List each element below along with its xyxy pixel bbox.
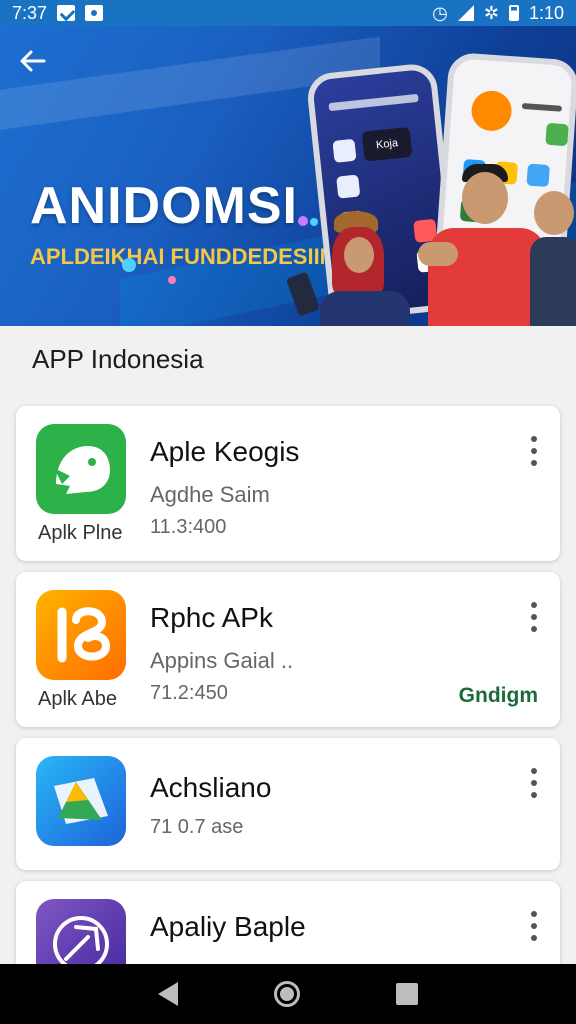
banner-title: ANIDOMSI [30, 177, 298, 235]
back-button[interactable] [18, 46, 58, 76]
phone-app-icon [470, 89, 513, 133]
app-sub-label: Aplk Plne [38, 522, 123, 544]
more-options-icon[interactable] [524, 766, 544, 800]
home-icon[interactable] [274, 981, 300, 1007]
status-time-left: 7:37 [12, 2, 48, 23]
banner-subtitle: APLDEIKHAI FUNDDEDESIIN [30, 244, 336, 269]
status-bar: 7:37 ◷ ✲ 1:10 [0, 0, 576, 26]
app-meta: 11.3:400 [150, 516, 227, 538]
more-options-icon[interactable] [524, 434, 544, 468]
more-options-icon[interactable] [524, 600, 544, 634]
arrow-left-icon [20, 50, 46, 72]
app-sub-label: Aplk Abe [38, 688, 117, 710]
more-options-icon[interactable] [524, 909, 544, 943]
battery-icon [508, 5, 519, 21]
app-desc: Agdhe Saim [150, 482, 270, 507]
notification-dot-icon [85, 5, 104, 21]
back-icon[interactable] [158, 982, 178, 1006]
chat-bird-icon [36, 424, 126, 514]
phone-text-line [328, 93, 419, 112]
system-nav-bar [0, 964, 576, 1024]
decor-dot [310, 218, 318, 226]
hand [418, 242, 458, 266]
hero-banner: ANIDOMSI APLDEIKHAI FUNDDEDESIIN Koja [0, 26, 576, 326]
decor-dot [122, 258, 136, 272]
face [344, 237, 374, 273]
alarm-icon: ◷ [432, 2, 448, 23]
app-desc: Appins Gaial .. [150, 648, 294, 673]
decor-dot [168, 276, 176, 284]
status-left: 7:37 [12, 2, 104, 24]
face [534, 191, 574, 235]
notification-check-icon [57, 5, 76, 21]
phone-app-icon [336, 174, 361, 199]
section-title: APP Indonesia [32, 344, 204, 374]
app-card[interactable]: Aplk Plne Aple Keogis Agdhe Saim 11.3:40… [16, 406, 560, 561]
banner-person-woman [320, 211, 414, 326]
wifi-icon: ✲ [483, 2, 499, 23]
recents-icon[interactable] [396, 983, 418, 1005]
phone-app-icon [545, 122, 569, 147]
folder-triangle-icon [36, 756, 126, 846]
app-name: Achsliano [150, 772, 272, 803]
app-name: Rphc APk [150, 602, 273, 633]
app-name: Apaliy Baple [150, 911, 306, 942]
body [530, 237, 576, 326]
banner-person-right [530, 191, 576, 326]
status-right: ◷ ✲ 1:10 [432, 3, 564, 24]
decor-dot [298, 216, 308, 226]
signal-icon [457, 5, 474, 21]
face [462, 172, 508, 224]
phone-screen-label: Koja [361, 126, 413, 162]
orange-b-icon [36, 590, 126, 680]
status-time-right: 1:10 [528, 2, 564, 23]
app-card[interactable]: Achsliano 71 0.7 ase [16, 738, 560, 870]
phone-text-line [521, 102, 563, 112]
app-card[interactable]: Aplk Abe Rphc APk Appins Gaial .. 71.2:4… [16, 572, 560, 727]
phone-app-icon [332, 138, 357, 163]
banner-person-man [418, 164, 548, 326]
app-meta: 71 0.7 ase [150, 816, 244, 838]
body [320, 291, 410, 326]
app-name: Aple Keogis [150, 436, 300, 467]
app-meta: 71.2:450 [150, 682, 228, 704]
install-button[interactable]: Gndigm [459, 684, 538, 708]
